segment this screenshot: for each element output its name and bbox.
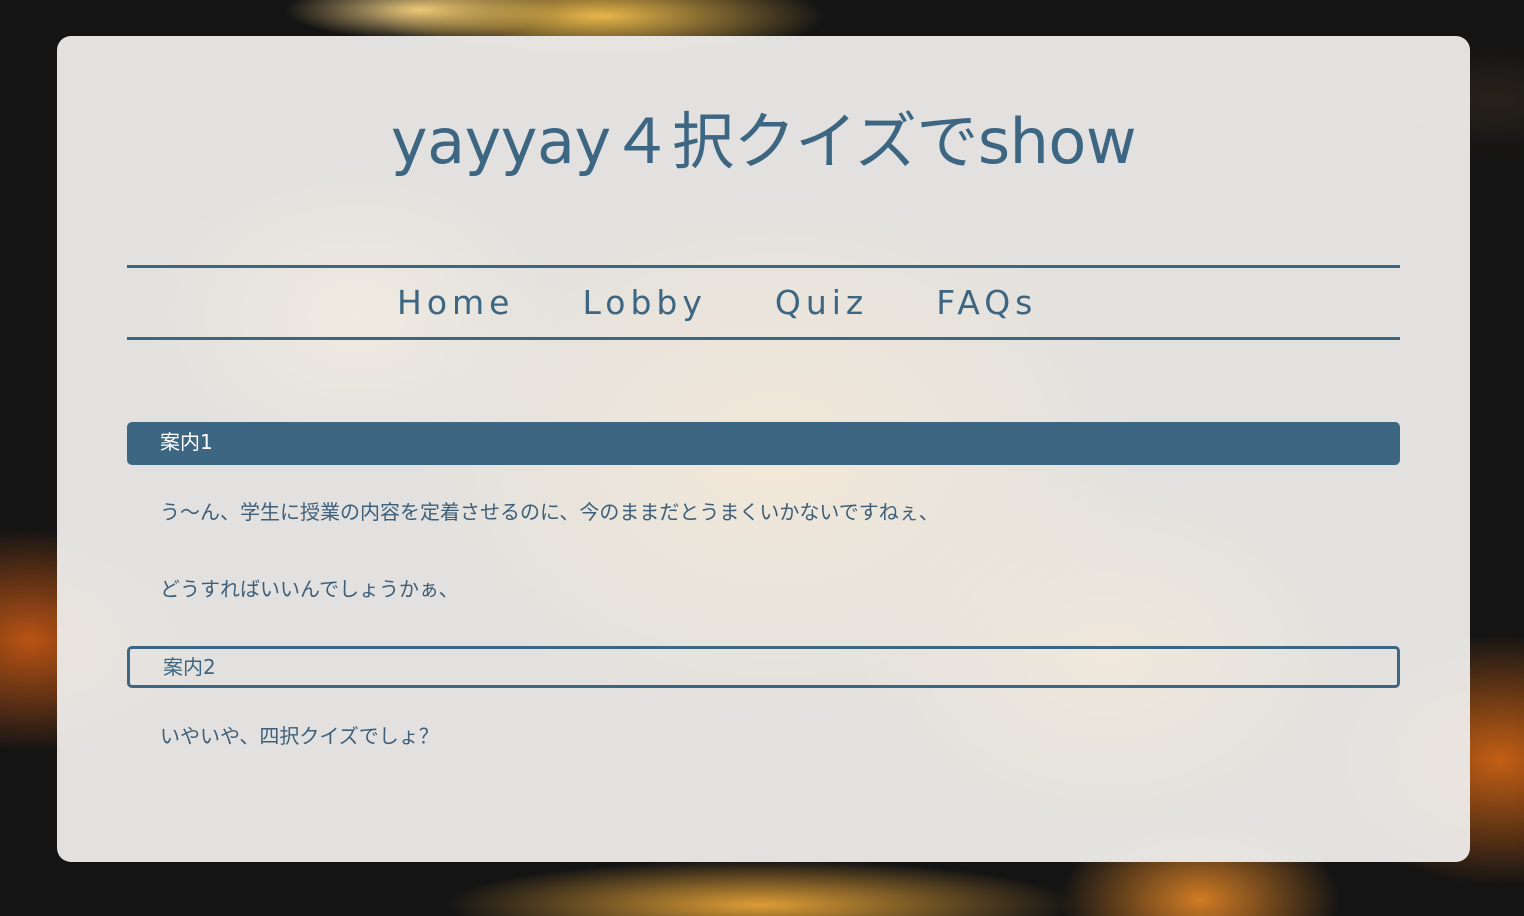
guide-1-paragraph-1: う～ん、学生に授業の内容を定着させるのに、今のままだとうまくいかないですねぇ、 [160,500,939,524]
guide-2-paragraph-1: いやいや、四択クイズでしょ？ [160,724,439,748]
nav-link-home[interactable]: Home [397,283,514,322]
guide-1-paragraph-2: どうすればいいんでしょうかぁ、 [160,577,459,601]
nav-items: Home Lobby Quiz FAQs [397,268,1105,337]
site-title: yayyay４択クイズでshow [390,105,1137,178]
content-card: yayyay４択クイズでshow Home Lobby Quiz FAQs 案内… [57,36,1470,862]
section-heading-guide-1: 案内1 [127,422,1400,465]
nav-link-lobby[interactable]: Lobby [582,283,706,322]
nav-link-quiz[interactable]: Quiz [775,283,868,322]
section-heading-guide-2: 案内2 [127,646,1400,688]
main-nav: Home Lobby Quiz FAQs [127,265,1400,340]
nav-link-faqs[interactable]: FAQs [936,283,1037,322]
